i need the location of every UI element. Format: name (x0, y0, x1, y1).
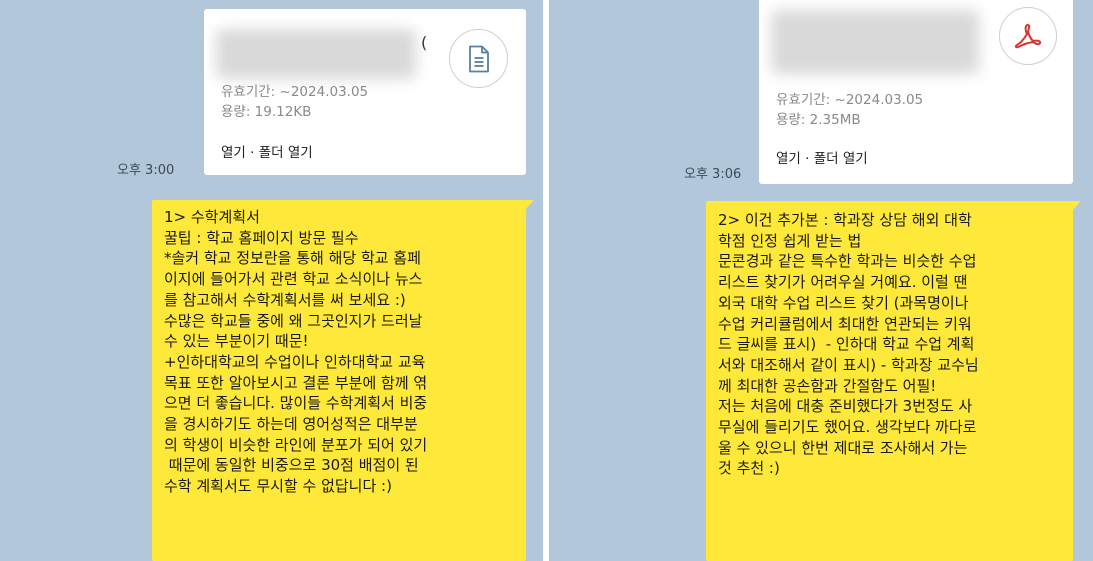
message-line: 이지에 들어가서 관련 학교 소식이나 뉴스 (164, 270, 423, 289)
message-line: 꿀팁 : 학교 홈페이지 방문 필수 (164, 228, 359, 247)
message-time: 오후 3:00 (117, 163, 175, 178)
message-bubble[interactable]: 2> 이건 추가본 : 학과장 상담 해외 대학 학점 인정 쉽게 받는 법 문… (706, 201, 1081, 561)
file-name-tail: ( (421, 33, 428, 52)
file-attachment-card[interactable]: 유효기간: ~2024.03.05 용량: 2.35MB 열기 · 폴더 열기 (759, 0, 1073, 184)
message-line: 께 최대한 공손함과 간절함도 어필! (718, 376, 937, 395)
chat-panel-right: 유효기간: ~2024.03.05 용량: 2.35MB 열기 · 폴더 열기 … (549, 0, 1093, 561)
file-meta: 유효기간: ~2024.03.05 용량: 2.35MB (776, 90, 923, 130)
blurred-file-name (771, 10, 979, 74)
message-line: 드 글씨를 표시) - 인하대 학교 수업 계획 (718, 335, 975, 354)
message-time: 오후 3:06 (684, 167, 742, 182)
message-line: 수 있는 부분이기 때문! (164, 332, 309, 351)
file-size: 용량: 2.35MB (776, 112, 861, 128)
message-line: 학점 인정 쉽게 받는 법 (718, 231, 862, 250)
pdf-icon[interactable] (999, 7, 1057, 65)
message-line: 외국 대학 수업 리스트 찾기 (과목명이나 (718, 293, 969, 312)
message-line: 목표 또한 알아보시고 결론 부분에 함께 엮 (164, 373, 428, 392)
message-line: 수학 계획서도 무시할 수 없답니다 :) (164, 477, 392, 496)
file-size: 용량: 19.12KB (221, 104, 312, 120)
message-line: 서와 대조해서 같이 표시) - 학과장 교수님 (718, 355, 979, 374)
file-open-actions[interactable]: 열기 · 폴더 열기 (776, 147, 868, 167)
message-line: 리스트 찾기가 어려우실 거예요. 이럴 땐 (718, 273, 968, 292)
chat-panel-left: ( 유효기간: ~2024.03.05 용량: 19.12KB 열기 · 폴더 … (0, 0, 543, 561)
message-line: 2> 이건 추가본 : 학과장 상담 해외 대학 (718, 211, 972, 229)
message-line: 1> 수학계획서 (164, 208, 260, 226)
message-line: 를 참고해서 수학계획서를 써 보세요 :) (164, 290, 406, 309)
message-line: 무실에 들리기도 했어요. 생각보다 까다로 (718, 418, 977, 437)
message-line: 울 수 있으니 한번 제대로 조사해서 가는 (718, 438, 968, 457)
message-line: 으면 더 좋습니다. 많이들 수학계획서 비중 (164, 394, 428, 413)
file-expiry: 유효기간: ~2024.03.05 (776, 92, 924, 108)
message-line: 을 경시하기도 하는데 영어성적은 대부분 (164, 415, 418, 434)
message-line: 의 학생이 비슷한 라인에 분포가 되어 있기 (164, 435, 428, 454)
message-line: +인하대학교의 수업이나 인하대학교 교육 (164, 352, 426, 371)
file-open-actions[interactable]: 열기 · 폴더 열기 (221, 141, 313, 161)
message-line: 저는 처음에 대충 준비했다가 3번정도 사 (718, 397, 973, 416)
file-attachment-card[interactable]: ( 유효기간: ~2024.03.05 용량: 19.12KB 열기 · 폴더 … (204, 9, 526, 175)
blurred-file-name (216, 29, 416, 79)
document-icon[interactable] (449, 29, 508, 88)
file-expiry: 유효기간: ~2024.03.05 (221, 84, 369, 100)
file-meta: 유효기간: ~2024.03.05 용량: 19.12KB (221, 82, 368, 122)
message-line: *솔커 학교 정보란을 통해 해당 학교 홈페 (164, 249, 421, 268)
message-line: 것 추천 :) (718, 459, 780, 478)
message-line: 수업 커리큘럼에서 최대한 연관되는 키워 (718, 314, 972, 333)
message-line: 문콘경과 같은 특수한 학과는 비슷한 수업 (718, 252, 977, 271)
message-line: 수많은 학교들 중에 왜 그곳인지가 드러날 (164, 311, 423, 330)
message-bubble[interactable]: 1> 수학계획서 꿀팁 : 학교 홈페이지 방문 필수 *솔커 학교 정보란을 … (152, 200, 534, 561)
message-line: 때문에 동일한 비중으로 30점 배점이 된 (164, 456, 419, 475)
